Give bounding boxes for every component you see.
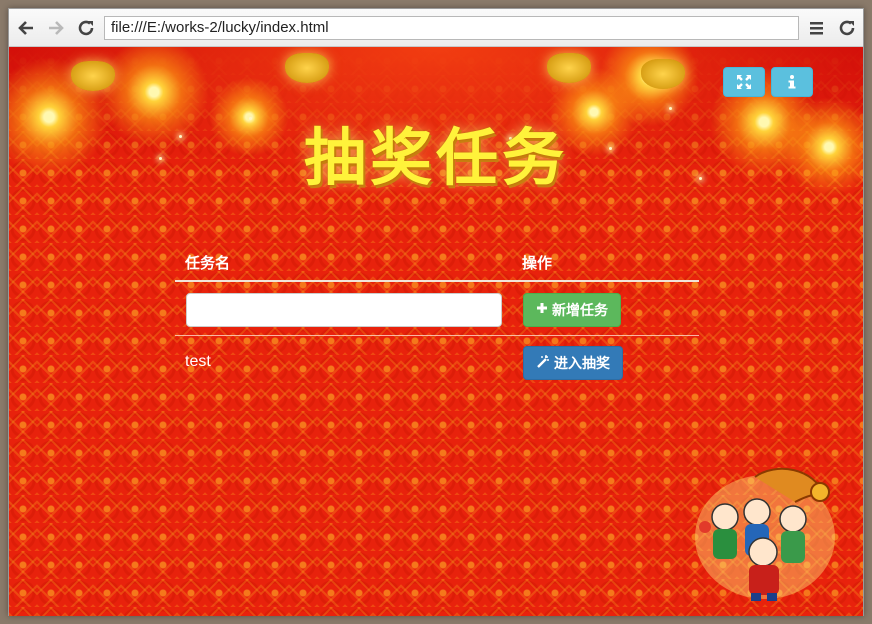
enter-lottery-label: 进入抽奖 bbox=[554, 356, 610, 372]
refresh-icon bbox=[839, 20, 855, 36]
header-action: 操作 bbox=[522, 254, 553, 272]
browser-toolbar: file:///E:/works-2/lucky/index.html bbox=[9, 9, 863, 47]
reload-icon bbox=[78, 20, 94, 36]
arrow-right-icon bbox=[49, 21, 64, 35]
reload-button[interactable] bbox=[75, 17, 97, 39]
table-row: test 进入抽奖 bbox=[175, 336, 699, 390]
add-task-button[interactable]: 新增任务 bbox=[523, 293, 621, 327]
fullscreen-icon bbox=[737, 75, 751, 89]
info-button[interactable] bbox=[771, 67, 813, 97]
page-title: 抽奖任务 bbox=[303, 121, 568, 194]
task-table: 任务名 操作 新增任务 test 进入抽奖 bbox=[175, 242, 699, 390]
info-icon bbox=[788, 75, 796, 89]
refresh-button[interactable] bbox=[836, 17, 858, 39]
arrow-left-icon bbox=[18, 21, 33, 35]
address-bar[interactable]: file:///E:/works-2/lucky/index.html bbox=[104, 16, 799, 40]
browser-window: file:///E:/works-2/lucky/index.html 抽奖任务… bbox=[8, 8, 864, 616]
enter-lottery-button[interactable]: 进入抽奖 bbox=[523, 346, 623, 380]
plus-icon bbox=[536, 302, 548, 318]
festive-children-illustration bbox=[685, 457, 845, 607]
task-name: test bbox=[185, 353, 211, 370]
back-button[interactable] bbox=[15, 17, 37, 39]
add-task-label: 新增任务 bbox=[552, 303, 608, 319]
page-viewport: 抽奖任务 任务名 操作 新增任务 test 进入抽奖 bbox=[9, 47, 863, 616]
new-task-row: 新增任务 bbox=[175, 282, 699, 336]
task-name-input[interactable] bbox=[186, 293, 502, 327]
fullscreen-button[interactable] bbox=[723, 67, 765, 97]
forward-button[interactable] bbox=[45, 17, 67, 39]
magic-wand-icon bbox=[536, 354, 550, 372]
table-header: 任务名 操作 bbox=[175, 242, 699, 282]
menu-button[interactable] bbox=[806, 17, 828, 39]
header-task-name: 任务名 bbox=[185, 254, 231, 272]
hamburger-menu-icon bbox=[810, 22, 823, 35]
